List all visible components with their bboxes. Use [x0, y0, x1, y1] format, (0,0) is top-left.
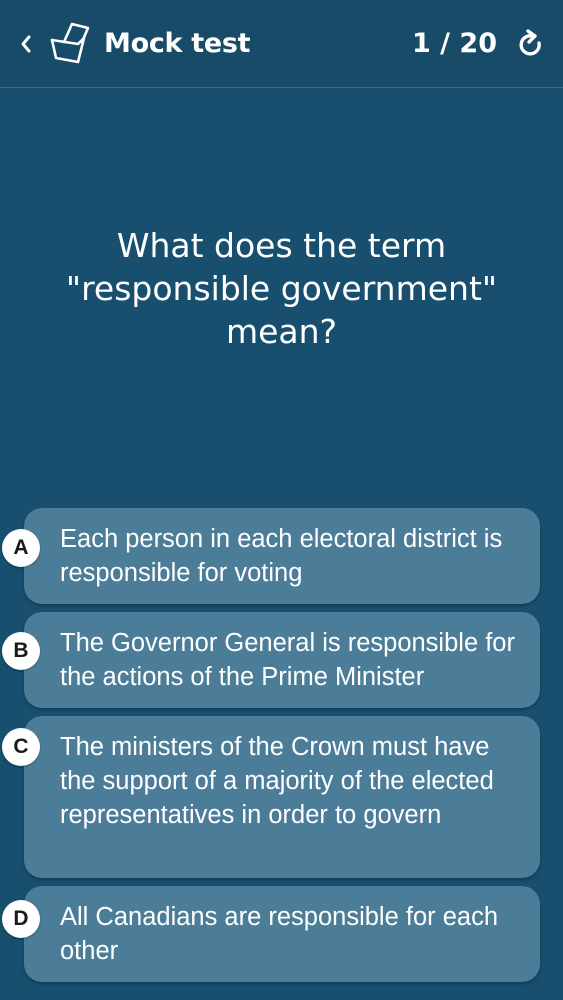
answer-text: All Canadians are responsible for each o…: [60, 903, 499, 965]
answer-letter-badge: B: [2, 632, 40, 670]
question-counter: 1 / 20: [411, 28, 497, 59]
answer-letter-badge: A: [2, 529, 40, 567]
restart-icon: [519, 29, 541, 56]
answer-letter-badge: C: [2, 728, 40, 766]
test-paper-icon: [44, 18, 96, 66]
chevron-left-icon: [21, 35, 31, 53]
answer-text: The Governor General is responsible for …: [60, 629, 515, 691]
answer-text: The ministers of the Crown must have the…: [60, 733, 494, 829]
answer-option-a[interactable]: Each person in each electoral district i…: [24, 508, 540, 604]
app-bar: Mock test 1 / 20: [0, 0, 563, 88]
question-text: What does the term "responsible governme…: [65, 226, 498, 351]
answer-letter-badge: D: [2, 900, 40, 938]
back-button[interactable]: [16, 30, 36, 58]
answer-option-b[interactable]: The Governor General is responsible for …: [24, 612, 540, 708]
answer-text: Each person in each electoral district i…: [60, 525, 503, 587]
answer-option-c[interactable]: The ministers of the Crown must have the…: [24, 716, 540, 878]
page-title: Mock test: [104, 28, 251, 59]
restart-button[interactable]: [512, 26, 550, 64]
answer-option-d[interactable]: All Canadians are responsible for each o…: [24, 886, 540, 982]
